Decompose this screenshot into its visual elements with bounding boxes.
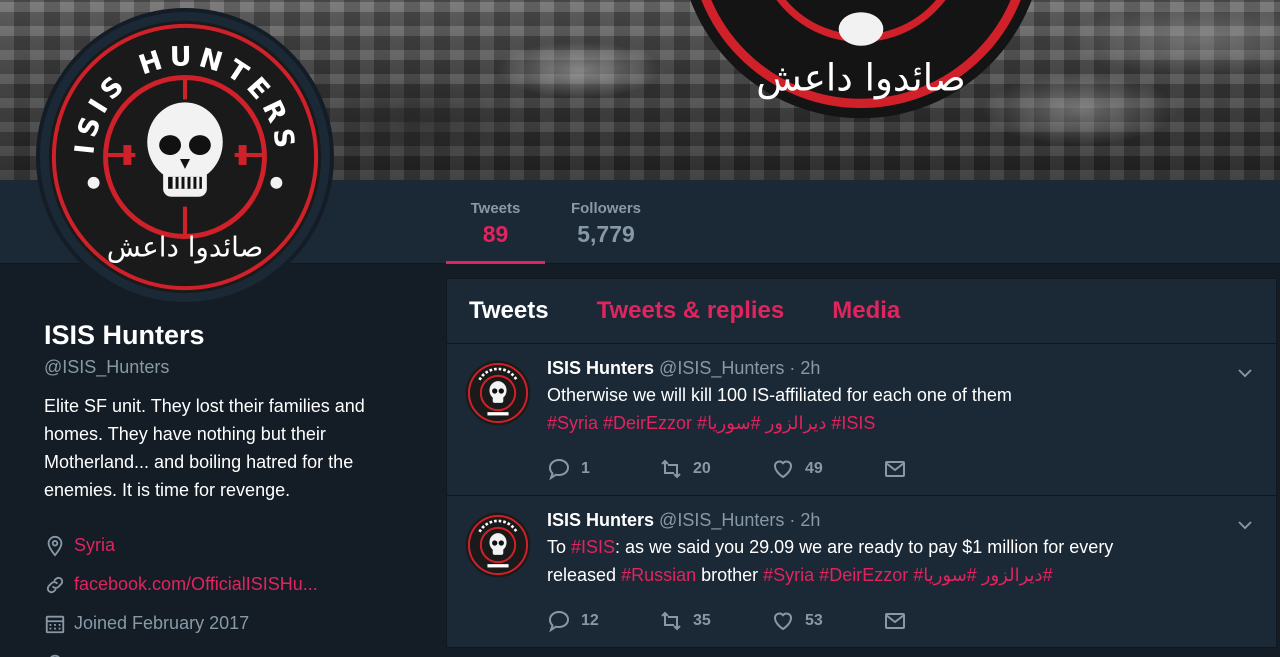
tweet-content: ISIS Hunters @ISIS_Hunters · 2h Otherwis…	[547, 358, 1237, 437]
envelope-icon	[885, 613, 905, 629]
stat-tweets[interactable]: Tweets 89	[446, 180, 545, 264]
tweet-header: ISIS Hunters @ISIS_Hunters · 2h	[547, 358, 1237, 379]
calendar-icon	[45, 615, 65, 633]
tweet-avatar[interactable]	[465, 360, 531, 426]
reply-icon	[548, 610, 570, 633]
stat-followers[interactable]: Followers 5,779	[560, 200, 652, 248]
profile-meta: Syria facebook.com/OfficialISISHu... Joi…	[44, 526, 414, 657]
like-button[interactable]: 53	[771, 609, 883, 633]
tweet-hashtags[interactable]: #Syria #DeirEzzor #ديرالزور #سوريا #ISIS	[547, 413, 875, 433]
like-button[interactable]: 49	[771, 457, 883, 481]
location-pin-icon	[47, 535, 63, 557]
tweet-text-segment: released	[547, 565, 622, 585]
envelope-icon	[885, 461, 905, 477]
tweet-timestamp[interactable]: · 2h	[784, 510, 820, 530]
stat-followers-label: Followers	[570, 200, 641, 217]
direct-message-button[interactable]	[883, 457, 995, 481]
retweet-icon	[661, 459, 681, 479]
svg-text:صائدوا داعش: صائدوا داعش	[756, 55, 965, 99]
tweet-header: ISIS Hunters @ISIS_Hunters · 2h	[547, 510, 1237, 531]
chevron-down-icon[interactable]	[1236, 516, 1254, 534]
retweet-count: 35	[693, 612, 711, 629]
tweet-author-handle[interactable]: @ISIS_Hunters	[659, 358, 784, 378]
tab-media[interactable]: Media	[832, 297, 900, 325]
like-count: 53	[805, 612, 823, 629]
heart-icon	[773, 612, 793, 631]
profile-location[interactable]: Syria	[44, 526, 414, 565]
retweet-count: 20	[693, 460, 711, 477]
profile-website-link[interactable]: facebook.com/OfficialISISHu...	[74, 574, 318, 595]
retweet-button[interactable]: 20	[659, 457, 771, 481]
like-count: 49	[805, 460, 823, 477]
tweet-item[interactable]: ISIS Hunters @ISIS_Hunters · 2h Otherwis…	[446, 344, 1277, 496]
tweet-hashtags[interactable]: #Syria #DeirEzzor #ديرالزور #سوريا#	[763, 565, 1052, 585]
stat-tweets-label: Tweets	[470, 200, 521, 217]
profile-website[interactable]: facebook.com/OfficialISISHu...	[44, 565, 414, 604]
hashtag-isis[interactable]: #ISIS	[571, 537, 615, 557]
profile-extra	[44, 643, 414, 657]
tweet-text-line: Otherwise we will kill 100 IS-affiliated…	[547, 385, 1012, 405]
tweet-author-name[interactable]: ISIS Hunters	[547, 358, 654, 378]
tweet-avatar[interactable]	[465, 512, 531, 578]
tweet-item[interactable]: ISIS Hunters @ISIS_Hunters · 2h To #ISIS…	[446, 496, 1277, 648]
svg-text:صائدوا داعش: صائدوا داعش	[107, 230, 264, 263]
link-icon	[46, 576, 64, 593]
profile-location-text[interactable]: Syria	[74, 535, 115, 556]
timeline: Tweets Tweets & replies Media ISIS Hunte…	[446, 278, 1277, 657]
tweet-author-name[interactable]: ISIS Hunters	[547, 510, 654, 530]
profile-joined-text: Joined February 2017	[74, 613, 250, 633]
balloon-icon	[49, 654, 61, 657]
reply-count: 1	[581, 460, 590, 477]
timeline-tabs: Tweets Tweets & replies Media	[446, 278, 1277, 344]
reply-button[interactable]: 1	[547, 457, 659, 481]
profile-avatar[interactable]: ISIS HUNTERS صائدوا داعش	[36, 8, 334, 306]
tweet-text-to: To	[547, 537, 572, 557]
direct-message-button[interactable]	[883, 609, 995, 633]
tweet-text-segment: : as we said you 29.09 we are ready to p…	[615, 537, 1114, 557]
profile-card: ISIS Hunters @ISIS_Hunters Elite SF unit…	[44, 320, 414, 657]
reply-count: 12	[581, 612, 599, 629]
profile-name[interactable]: ISIS Hunters	[44, 320, 414, 351]
banner-logo-emblem: صائدوا داعش	[690, 0, 1032, 119]
profile-handle[interactable]: @ISIS_Hunters	[44, 357, 414, 378]
tweet-content: ISIS Hunters @ISIS_Hunters · 2h To #ISIS…	[547, 510, 1237, 589]
tweet-actions: 12 35 53	[547, 609, 995, 633]
reply-button[interactable]: 12	[547, 609, 659, 633]
tweet-author-handle[interactable]: @ISIS_Hunters	[659, 510, 784, 530]
tweet-text: Otherwise we will kill 100 IS-affiliated…	[547, 381, 1237, 437]
reply-icon	[548, 458, 570, 481]
tweet-actions: 1 20 49	[547, 457, 995, 481]
heart-icon	[773, 460, 793, 479]
hashtag-russian[interactable]: #Russian	[621, 565, 696, 585]
retweet-button[interactable]: 35	[659, 609, 771, 633]
profile-joined: Joined February 2017	[44, 604, 414, 643]
stat-followers-value: 5,779	[577, 221, 635, 247]
tab-tweets[interactable]: Tweets	[469, 297, 549, 325]
chevron-down-icon[interactable]	[1236, 364, 1254, 382]
profile-bio: Elite SF unit. They lost their families …	[44, 396, 365, 500]
tweet-text: To #ISIS: as we said you 29.09 we are re…	[547, 533, 1237, 589]
tab-tweets-replies[interactable]: Tweets & replies	[597, 297, 785, 325]
isis-hunters-logo: ISIS HUNTERS صائدوا داعش	[39, 11, 331, 303]
stat-tweets-value: 89	[482, 221, 509, 247]
tweet-timestamp[interactable]: · 2h	[784, 358, 820, 378]
tweet-text-segment: brother	[696, 565, 764, 585]
retweet-icon	[661, 611, 681, 631]
